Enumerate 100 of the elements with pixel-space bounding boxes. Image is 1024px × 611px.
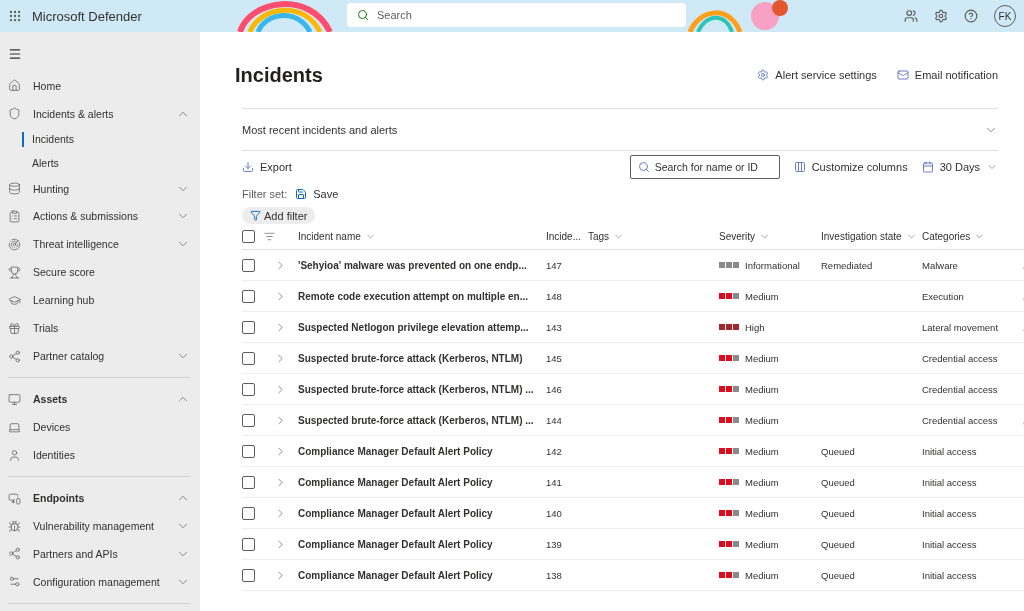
nav-item[interactable]: Endpoints: [33, 492, 164, 505]
action-link[interactable]: Alert service settings: [757, 69, 877, 81]
bug-icon: [8, 519, 21, 533]
monitor-icon: [8, 392, 21, 406]
action-link[interactable]: Email notification: [896, 69, 998, 81]
incident-search-field[interactable]: Search for name or ID: [629, 155, 780, 179]
row-checkbox[interactable]: [242, 506, 255, 520]
row-checkbox[interactable]: [242, 475, 255, 489]
incident-id: 147: [546, 259, 562, 271]
add-filter-button[interactable]: Add filter: [242, 207, 316, 224]
severity-label: Medium: [745, 445, 779, 457]
app-launcher-icon[interactable]: [8, 9, 22, 23]
customize-columns-button[interactable]: Customize columns: [793, 161, 908, 173]
row-checkbox[interactable]: [242, 258, 255, 272]
nav-item[interactable]: Partners and APIs: [33, 547, 164, 560]
nav-item[interactable]: Configuration management: [33, 575, 164, 588]
table-row[interactable]: Compliance Manager Default Alert Policy 139 Medium Queued Initial access: [242, 529, 1024, 560]
nav-item[interactable]: Threat intelligence: [33, 238, 164, 251]
row-checkbox[interactable]: [242, 537, 255, 551]
column-header[interactable]: Severity: [719, 224, 821, 249]
investigation-state: Queued: [821, 476, 855, 488]
incident-name[interactable]: Suspected brute-force attack (Kerberos, NTLM): [298, 352, 523, 364]
table-row[interactable]: Compliance Manager Default Alert Policy 142 Medium Queued Initial access: [242, 436, 1024, 467]
severity-label: Medium: [745, 383, 779, 395]
investigation-state: Queued: [821, 538, 855, 550]
graduation-cap-icon: [8, 293, 21, 307]
incident-name[interactable]: Suspected brute-force attack (Kerberos, NTLM) ...: [298, 383, 534, 395]
table-row[interactable]: Remote code execution attempt on multiple en... 148 Medium Execution: [242, 281, 1024, 312]
table-row[interactable]: Compliance Manager Default Alert Policy 138 Medium Queued Initial access: [242, 560, 1024, 591]
column-header[interactable]: Investigation state: [821, 224, 922, 249]
table-row[interactable]: Compliance Manager Default Alert Policy 140 Medium Queued Initial access: [242, 498, 1024, 529]
incident-name[interactable]: Suspected Netlogon privilege elevation attemp...: [298, 321, 529, 333]
date-range-dropdown[interactable]: 30 Days: [921, 161, 998, 173]
column-header[interactable]: Incide...: [546, 224, 588, 249]
severity-label: Informational: [745, 259, 800, 271]
menu-icon[interactable]: [8, 46, 22, 61]
settings-icon[interactable]: [934, 9, 948, 23]
table-row[interactable]: Suspected Netlogon privilege elevation attemp... 143 High Lateral movement: [242, 312, 1024, 343]
nav-item[interactable]: Vulnerability management: [33, 520, 164, 532]
table-row[interactable]: Suspected brute-force attack (Kerberos, NTLM) ... 146 Medium Credential access: [242, 374, 1024, 405]
incident-name[interactable]: Compliance Manager Default Alert Policy: [298, 476, 493, 488]
save-button[interactable]: Save: [295, 188, 339, 200]
select-all-checkbox[interactable]: [242, 230, 255, 243]
nav-item[interactable]: Assets: [33, 393, 164, 406]
nav-subitem[interactable]: Alerts: [22, 155, 190, 171]
table-row[interactable]: 'Sehyioa' malware was prevented on one endp... 147 Informational Remediated Malware: [242, 250, 1024, 281]
row-checkbox[interactable]: [242, 320, 255, 334]
list-icon[interactable]: [264, 231, 275, 242]
nav-item[interactable]: Secure score: [33, 266, 190, 279]
help-icon[interactable]: [964, 9, 978, 23]
table-row[interactable]: Suspected brute-force attack (Kerberos, NTLM) 145 Medium Credential access: [242, 343, 1024, 374]
search-placeholder: Search: [377, 9, 412, 21]
collapsible-panel[interactable]: Most recent incidents and alerts: [242, 108, 998, 151]
search-field[interactable]: Search: [347, 3, 686, 27]
row-checkbox[interactable]: [242, 382, 255, 396]
table-row[interactable]: Compliance Manager Default Alert Policy 141 Medium Queued Initial access: [242, 467, 1024, 498]
row-checkbox[interactable]: [242, 444, 255, 458]
nav-item[interactable]: Actions & submissions: [33, 210, 164, 223]
severity-label: Medium: [745, 507, 779, 519]
nav-item[interactable]: Hunting: [33, 182, 164, 195]
home-icon: [8, 79, 21, 93]
incident-name[interactable]: Compliance Manager Default Alert Policy: [298, 507, 493, 519]
nav-item[interactable]: Devices: [33, 421, 190, 434]
nav-item[interactable]: Trials: [33, 322, 190, 335]
incident-id: 142: [546, 445, 562, 457]
filter-icon: [250, 210, 261, 221]
category: Execution: [922, 290, 964, 302]
row-checkbox[interactable]: [242, 289, 255, 303]
mail-icon: [896, 69, 909, 81]
nav-item[interactable]: Home: [33, 79, 190, 92]
nav-item[interactable]: Partner catalog: [33, 350, 164, 363]
nav-item[interactable]: Identities: [33, 449, 190, 462]
column-header[interactable]: Categories: [922, 224, 1022, 249]
share-nodes-icon: [8, 349, 21, 363]
severity-label: Medium: [745, 476, 779, 488]
incident-name[interactable]: Compliance Manager Default Alert Policy: [298, 538, 493, 550]
export-button[interactable]: Export: [242, 161, 292, 173]
nav-subitem[interactable]: Incidents: [22, 131, 190, 148]
severity-label: Medium: [745, 538, 779, 550]
category: Initial access: [922, 507, 977, 519]
row-checkbox[interactable]: [242, 568, 255, 582]
table-row[interactable]: Suspected brute-force attack (Kerberos, NTLM) ... 144 Medium Credential access: [242, 405, 1024, 436]
incident-name[interactable]: 'Sehyioa' malware was prevented on one endp...: [298, 259, 527, 271]
incident-name[interactable]: Compliance Manager Default Alert Policy: [298, 445, 493, 457]
incident-name[interactable]: Remote code execution attempt on multiple en...: [298, 290, 529, 302]
column-header[interactable]: Incident name: [298, 224, 546, 249]
incident-name[interactable]: Suspected brute-force attack (Kerberos, NTLM) ...: [298, 414, 534, 426]
column-header[interactable]: Tags: [588, 224, 719, 249]
incident-id: 141: [546, 476, 562, 488]
trophy-icon: [8, 265, 21, 279]
severity-label: High: [745, 321, 765, 333]
nav-item[interactable]: Learning hub: [33, 294, 190, 307]
row-checkbox[interactable]: [242, 351, 255, 365]
incident-name[interactable]: Compliance Manager Default Alert Policy: [298, 569, 493, 581]
person-icon: [8, 448, 21, 462]
community-icon[interactable]: [904, 9, 918, 23]
incident-id: 139: [546, 538, 562, 550]
radar-icon: [8, 237, 21, 251]
row-checkbox[interactable]: [242, 413, 255, 427]
nav-item[interactable]: Incidents & alerts: [33, 107, 164, 120]
